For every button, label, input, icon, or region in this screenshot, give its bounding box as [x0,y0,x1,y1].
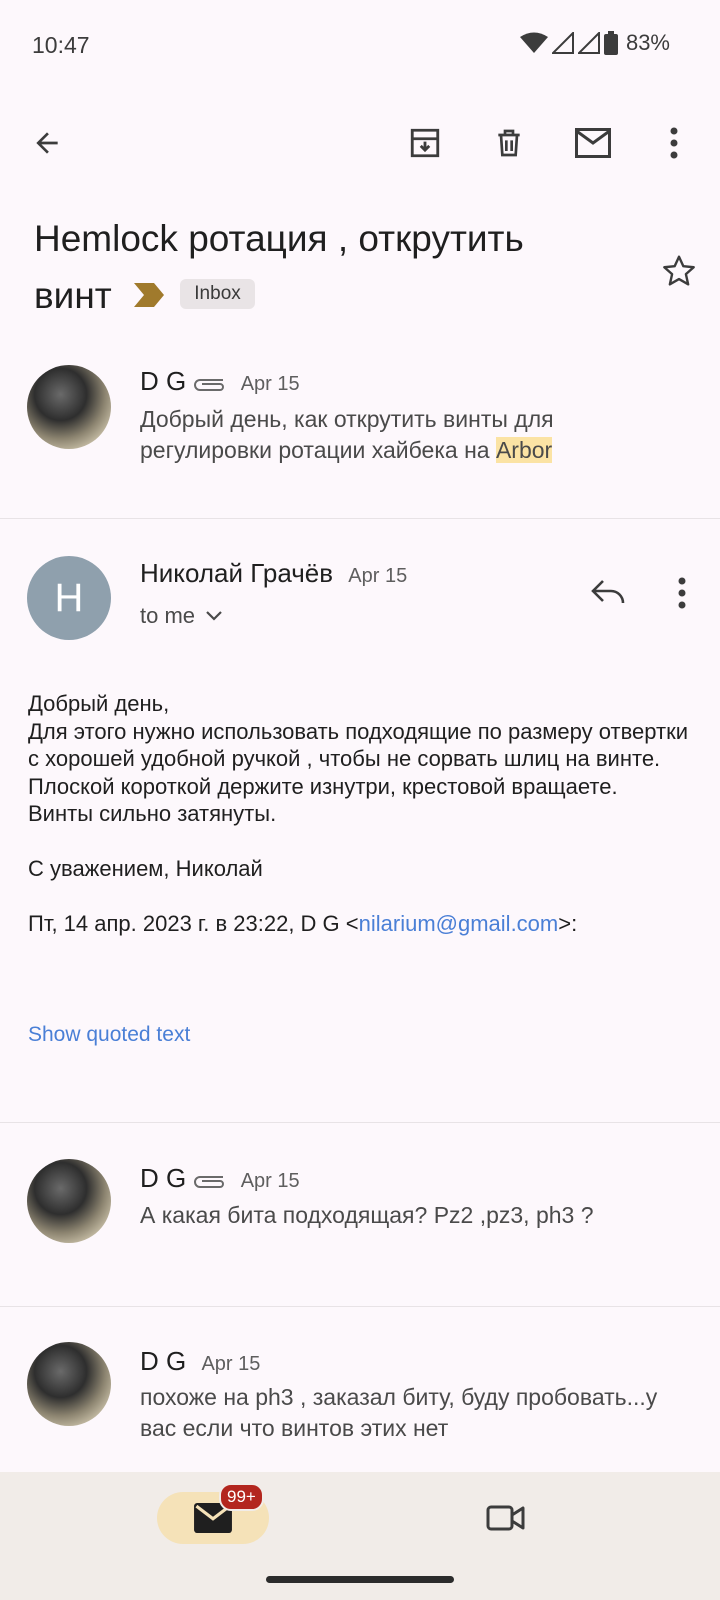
back-button[interactable] [19,115,75,171]
inbox-label-chip[interactable]: Inbox [180,279,255,310]
home-indicator[interactable] [266,1576,454,1583]
reply-icon [591,580,625,604]
mail-icon [575,128,611,158]
message-date: Apr 15 [240,1170,300,1192]
divider [0,518,720,519]
more-vert-icon [678,577,686,609]
reply-button[interactable] [580,565,636,621]
wifi-icon [519,32,548,53]
sender-name: D G [140,1346,187,1376]
star-button[interactable] [654,246,704,296]
recipient-label: to me [140,603,196,628]
subject-line-2: винт [34,275,112,316]
divider [0,1122,720,1123]
archive-icon [410,128,440,158]
subject-line-1: Hemlock ротация , открутить [34,218,524,259]
nav-meet-tab[interactable] [480,1492,532,1544]
more-vert-icon [670,127,678,159]
signal-icon [551,32,574,54]
delete-icon [498,129,520,157]
email-link[interactable]: nilarium@gmail.com [359,911,559,936]
message-date: Apr 15 [201,1353,261,1375]
unread-count-badge: 99+ [219,1483,264,1511]
email-subject: Hemlock ротация , открутить винт Inbox [34,210,634,327]
important-marker-icon[interactable] [134,266,164,323]
message-snippet: А какая бита подходящая? Pz2 ,pz3, ph3 ? [140,1202,594,1228]
message-snippet: похоже на ph3 , заказал биту, буду пробо… [140,1384,658,1441]
star-icon [663,255,695,286]
message-body: Добрый день, Для этого нужно использоват… [28,691,689,936]
recipient-details-toggle[interactable]: to me [140,603,223,629]
message-date: Apr 15 [240,373,300,395]
status-time: 10:47 [32,32,90,58]
chevron-down-icon [206,611,222,621]
show-quoted-text-link[interactable]: Show quoted text [28,1023,190,1047]
sender-name: D G [140,366,187,396]
delete-button[interactable] [481,115,537,171]
avatar[interactable] [27,1159,111,1243]
message-date: Apr 15 [348,565,408,587]
top-app-bar [0,115,720,175]
status-bar: 10:47 83% [0,0,720,90]
battery-percent: 83% [625,30,670,55]
avatar[interactable] [27,365,111,449]
status-icons: 83% [519,30,670,56]
mark-unread-button[interactable] [565,115,621,171]
quote-attribution: Пт, 14 апр. 2023 г. в 23:22, D G < [28,911,359,936]
sender-name: D G [140,1163,187,1193]
back-arrow-icon [36,132,58,154]
sender-name: Николай Грачёв [140,558,334,588]
archive-button[interactable] [397,115,453,171]
videocam-icon [486,1505,525,1531]
avatar[interactable]: Н [27,556,111,640]
divider [0,1306,720,1307]
avatar[interactable] [27,1342,111,1426]
attachment-icon [194,1176,225,1189]
signal-icon [577,32,600,54]
search-highlight: Arbor [495,437,553,463]
bottom-navigation: 99+ [0,1472,720,1600]
message-more-button[interactable] [654,565,710,621]
attachment-icon [194,379,225,392]
more-options-button[interactable] [646,115,702,171]
message-snippet: Добрый день, как открутить винты для рег… [140,406,554,463]
battery-icon [603,31,618,55]
